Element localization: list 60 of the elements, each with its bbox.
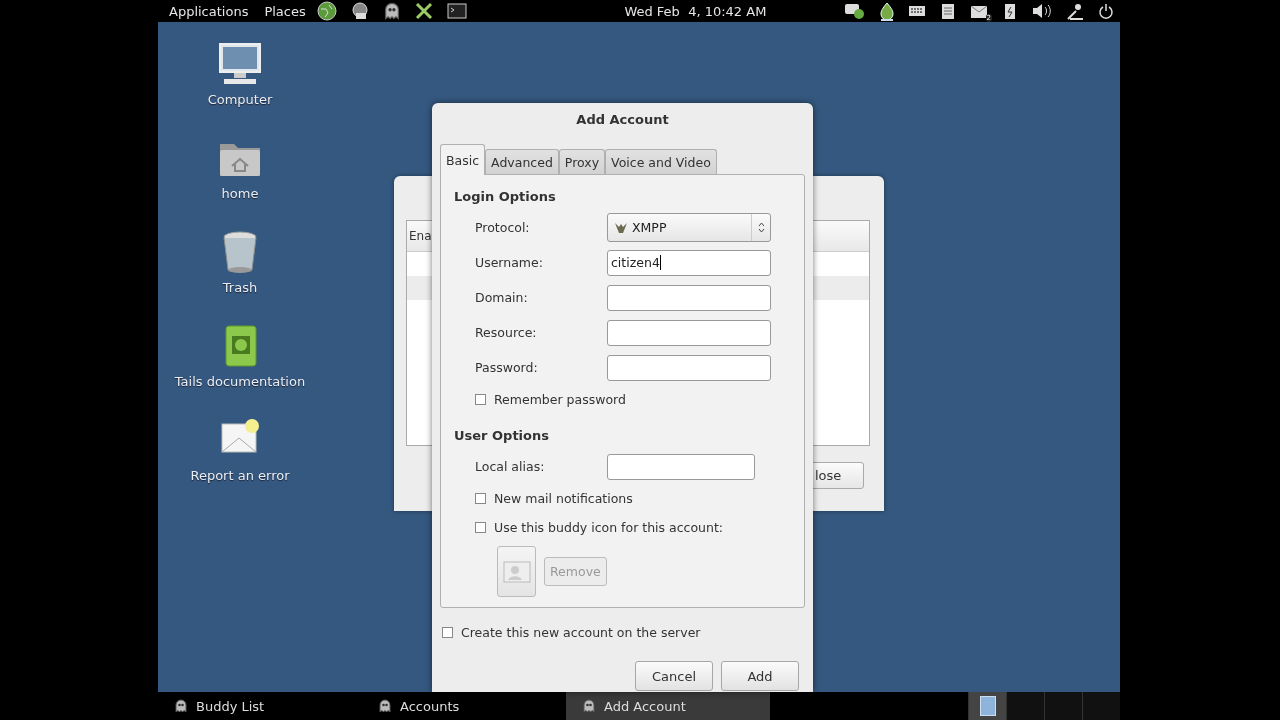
workspace-button[interactable]	[968, 692, 1006, 720]
checkbox[interactable]	[442, 627, 453, 638]
clipboard-icon[interactable]	[940, 2, 956, 20]
dialog-title: Add Account	[575, 110, 670, 129]
window-thumbnail	[979, 696, 996, 716]
taskbar-item[interactable]: Add Account	[566, 692, 770, 720]
desktop-icon-label[interactable]: home	[221, 186, 259, 201]
power-icon[interactable]	[1098, 3, 1114, 19]
section-heading: Login Options	[454, 189, 557, 204]
column-header[interactable]: Ena	[409, 229, 432, 243]
spinner-arrows-icon	[757, 222, 765, 233]
image-icon	[502, 560, 531, 583]
input-field[interactable]	[607, 354, 771, 381]
field-label: Resource:	[475, 325, 538, 340]
checkbox[interactable]	[475, 522, 486, 533]
dialog-button[interactable]: Add	[721, 661, 799, 691]
input-field[interactable]	[607, 319, 771, 346]
tab[interactable]: Proxy	[558, 149, 606, 174]
keyboard-icon[interactable]	[908, 4, 926, 18]
checkbox[interactable]	[475, 493, 486, 504]
terminal-icon[interactable]	[446, 3, 467, 19]
ghost-icon	[174, 699, 188, 713]
ghost-icon	[582, 699, 596, 713]
checkbox-label: Remember password	[494, 392, 626, 407]
tab[interactable]: Voice and Video	[605, 149, 717, 174]
field-label: Local alias:	[475, 459, 546, 474]
top-bar-menu[interactable]: Places	[259, 3, 311, 19]
dialog-button[interactable]: Cancel	[635, 661, 713, 691]
desktop-icon-label[interactable]: Computer	[207, 92, 273, 107]
checkbox[interactable]	[475, 394, 486, 405]
top-bar-menu[interactable]: Applications	[164, 3, 254, 19]
volume-icon[interactable]	[1032, 3, 1052, 19]
section-heading: User Options	[454, 428, 550, 443]
tools-icon[interactable]	[414, 2, 433, 20]
field-label: Password:	[475, 360, 539, 375]
desktop-icon-label[interactable]: Report an error	[190, 468, 290, 483]
input-field[interactable]	[607, 284, 771, 311]
protocol-dropdown[interactable]: XMPP	[607, 213, 771, 242]
input-field[interactable]: citizen4	[607, 249, 771, 276]
ghost-icon	[378, 699, 392, 713]
desktop-icon-label[interactable]: Trash	[222, 280, 258, 295]
tab[interactable]: Basic	[440, 144, 486, 175]
field-label: Domain:	[475, 290, 529, 305]
desktop-icon-label[interactable]: Tails documentation	[174, 374, 306, 389]
envelope-icon[interactable]	[970, 3, 988, 19]
clock[interactable]: Wed Feb 4, 10:42 AM	[544, 3, 767, 19]
ghost-icon[interactable]	[382, 2, 401, 20]
chat-bubbles-icon[interactable]	[844, 2, 866, 20]
field-label: Protocol:	[475, 220, 531, 235]
taskbar-item[interactable]: Buddy List	[158, 692, 362, 720]
taskbar-item[interactable]: Accounts	[362, 692, 566, 720]
onion-icon[interactable]	[880, 1, 894, 21]
checkbox-label: Use this buddy icon for this account:	[494, 520, 724, 535]
tab[interactable]: Advanced	[485, 149, 559, 174]
battery-icon[interactable]	[1002, 2, 1018, 20]
checkbox-label: Create this new account on the server	[461, 625, 701, 640]
field-label: Username:	[475, 255, 544, 270]
input-field[interactable]	[607, 453, 755, 480]
checkbox-label: New mail notifications	[494, 491, 633, 506]
globe-icon[interactable]	[316, 1, 337, 21]
